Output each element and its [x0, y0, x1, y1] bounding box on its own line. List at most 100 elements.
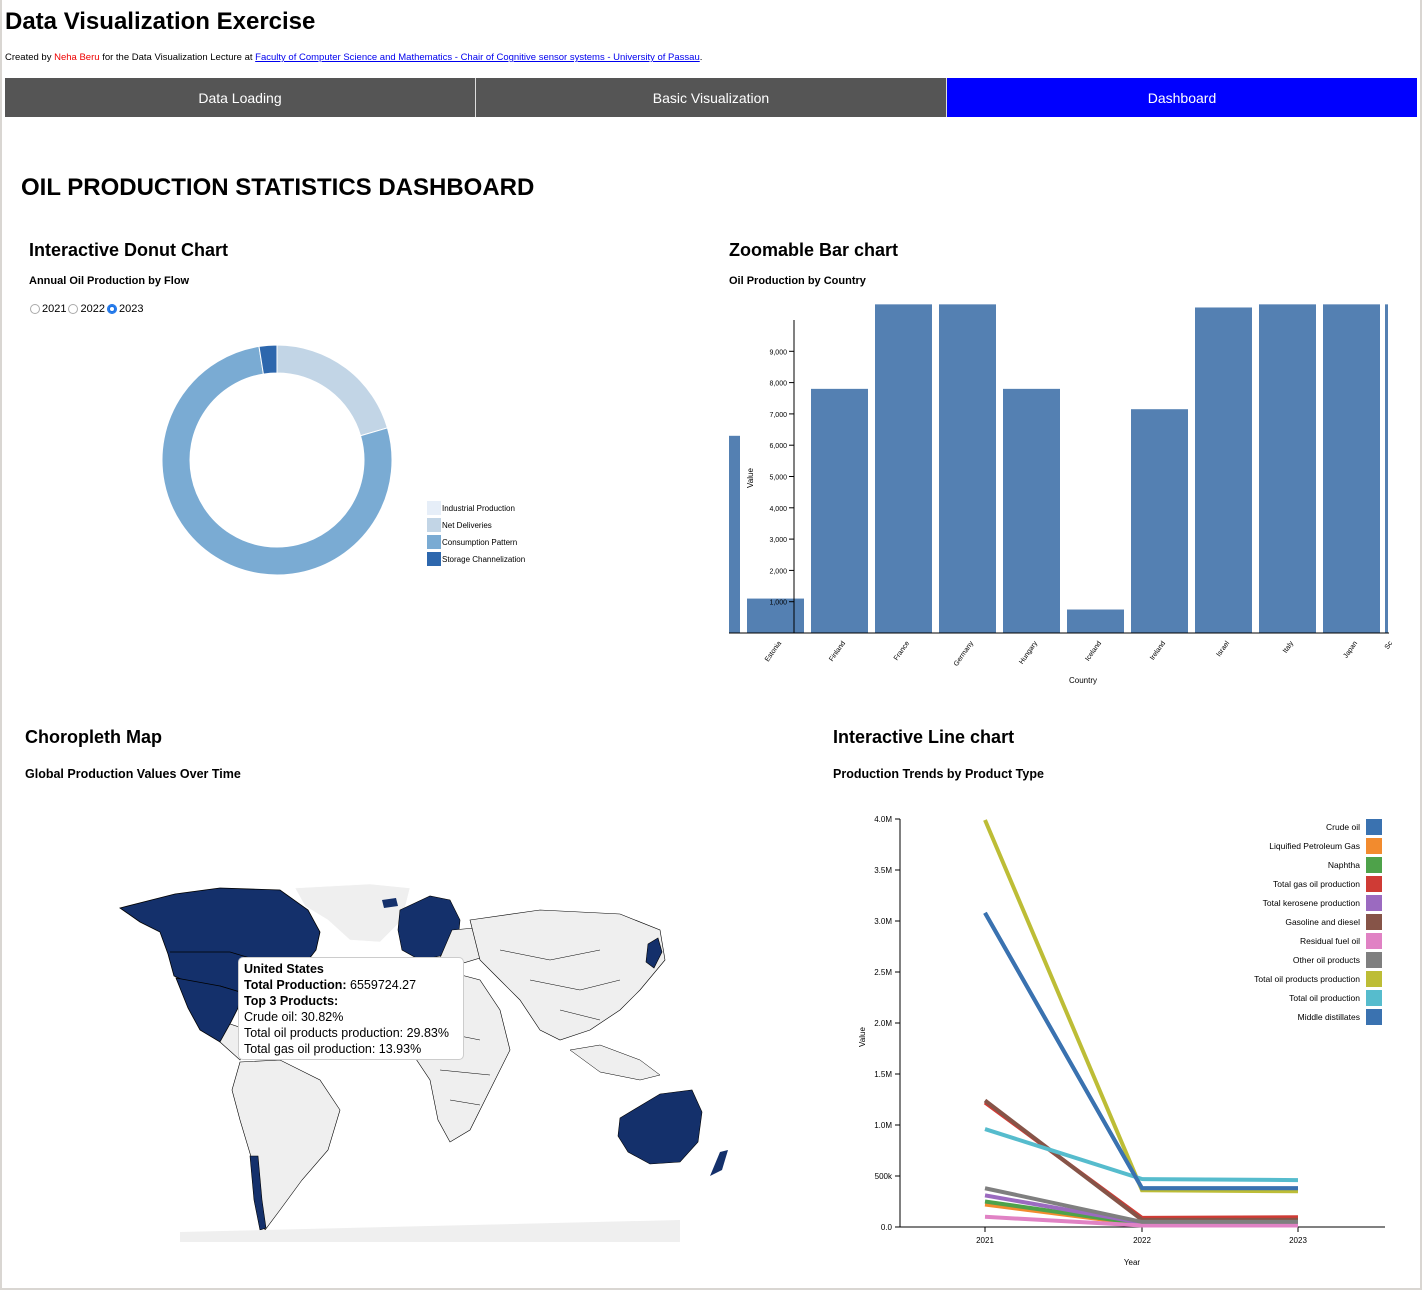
line-xtick-label-2: 2023 [1289, 1236, 1307, 1245]
bar-9 [1259, 304, 1316, 633]
line-legend-label-0: Crude oil [1326, 822, 1360, 832]
line-ytick-label-8: 4.0M [874, 815, 892, 824]
bar-xtick-label-2: Finland [828, 640, 847, 663]
donut-legend-label-2: Consumption Pattern [442, 538, 517, 547]
line-legend-swatch-2 [1366, 857, 1382, 873]
donut-legend-label-0: Industrial Production [442, 504, 515, 513]
bar-xtick-label-1: Estonia [764, 640, 783, 663]
tooltip-country: United States [244, 962, 324, 976]
bar-6 [1067, 609, 1124, 633]
line-section-title: Interactive Line chart [833, 727, 1015, 747]
donut-legend-label-1: Net Deliveries [442, 521, 492, 530]
line-legend-label-8: Total oil products production [1254, 974, 1360, 984]
line-legend-swatch-3 [1366, 876, 1382, 892]
line-xtick-label-0: 2021 [976, 1236, 994, 1245]
credit-prefix: Created by [5, 52, 52, 63]
map-ocean-layer [119, 883, 728, 1242]
line-ytick-label-7: 3.5M [874, 866, 892, 875]
tooltip-product-2: Total oil products production: 29.83% [244, 1026, 449, 1040]
bar-4 [939, 304, 996, 633]
bar-ytick-label-7: 8,000 [769, 381, 787, 388]
line-legend-label-1: Liquified Petroleum Gas [1269, 841, 1360, 851]
country-new-zealand [710, 1150, 728, 1176]
donut-legend-swatch-1 [427, 518, 441, 532]
radio-2022[interactable] [68, 304, 79, 314]
donut-slice-1 [276, 344, 389, 437]
donut-legend-label-3: Storage Channelization [442, 555, 525, 564]
author-name: Neha Beru [54, 52, 100, 63]
credit-line: Created by Neha Beru for the Data Visual… [5, 52, 702, 63]
tooltip-product-3: Total gas oil production: 13.93% [244, 1042, 422, 1056]
line-ytick-label-0: 0.0 [881, 1223, 893, 1232]
line-legend-label-9: Total oil production [1289, 993, 1360, 1003]
bar-xtick-label-7: Ireland [1149, 640, 1167, 662]
tab-data-loading[interactable]: Data Loading [5, 78, 476, 117]
line-ytick-label-2: 1.0M [874, 1121, 892, 1130]
app-title: Data Visualization Exercise [5, 8, 316, 35]
line-series-3 [983, 1100, 1299, 1220]
bar-ytick-label-4: 5,000 [769, 475, 787, 482]
bar-8 [1195, 307, 1252, 633]
line-legend-swatch-9 [1366, 990, 1382, 1006]
tab-dashboard[interactable]: Dashboard [947, 78, 1417, 117]
line-legend-swatch-5 [1366, 914, 1382, 930]
map-section-title: Choropleth Map [25, 727, 162, 747]
choropleth-map[interactable] [80, 880, 760, 1242]
bar-5 [1003, 388, 1060, 633]
line-ytick-label-4: 2.0M [874, 1019, 892, 1028]
line-legend-swatch-7 [1366, 952, 1382, 968]
bar-11 [1385, 304, 1388, 633]
bar-chart: 1,000 2,000 3,000 4,000 5,000 6,000 7,000 8,000… [729, 304, 1394, 685]
line-y-title: Value [858, 1027, 867, 1047]
bar-ytick-label-6: 7,000 [769, 412, 787, 419]
bar-10 [1323, 304, 1380, 633]
bar-xtick-label-3: France [893, 640, 911, 662]
line-section-subtitle: Production Trends by Product Type [833, 767, 1044, 781]
bar-xtick-label-4: Germany [953, 640, 976, 668]
map-section-subtitle: Global Production Values Over Time [25, 767, 241, 781]
credit-suffix: . [699, 52, 703, 63]
line-legend-label-3: Total gas oil production [1273, 879, 1360, 889]
bar-ytick-label-1: 2,000 [769, 568, 787, 575]
bar-xtick-label-9: Italy [1282, 640, 1295, 655]
bar-0 [729, 435, 740, 633]
bar-ytick-label-2: 3,000 [769, 537, 787, 544]
radio-2021[interactable] [30, 304, 40, 314]
bar-ytick-label-5: 6,000 [769, 443, 787, 450]
line-ytick-label-6: 3.0M [874, 917, 892, 926]
tooltip-total-label: Total Production: [244, 978, 347, 992]
bar-xtick-label-6: Iceland [1084, 640, 1103, 663]
region-south-america [231, 1059, 341, 1231]
donut-section-subtitle: Annual Oil Production by Flow [29, 275, 190, 287]
bar-x-title: Country [1069, 676, 1097, 685]
bar-section-subtitle: Oil Production by Country [729, 275, 866, 287]
affiliation-link[interactable]: Faculty of Computer Science and Mathemat… [255, 52, 700, 63]
radio-label-2022: 2022 [80, 303, 105, 315]
line-ytick-label-5: 2.5M [874, 968, 892, 977]
line-ytick-label-3: 1.5M [874, 1070, 892, 1079]
year-radio-group: 2021 2022 2023 [30, 303, 145, 315]
bar-section-title: Zoomable Bar chart [729, 240, 899, 260]
credit-middle: for the Data Visualization Lecture at [102, 52, 253, 63]
line-legend-swatch-4 [1366, 895, 1382, 911]
line-ytick-label-1: 500k [875, 1172, 893, 1181]
radio-2023[interactable] [106, 304, 117, 314]
line-legend-swatch-0 [1366, 819, 1382, 835]
line-legend-swatch-6 [1366, 933, 1382, 949]
donut-chart: Industrial Production Net Deliveries Consu… [161, 344, 525, 576]
bar-xtick-label-8: Israel [1216, 640, 1232, 658]
map-tooltip: United States Total Production: 6559724.… [238, 957, 464, 1060]
tooltip-total: Total Production: 6559724.27 [244, 977, 458, 993]
tab-basic-visualization[interactable]: Basic Visualization [476, 78, 947, 117]
radio-label-2023: 2023 [118, 303, 144, 315]
line-legend-label-10: Middle distillates [1298, 1012, 1360, 1022]
donut-legend-swatch-2 [427, 535, 441, 549]
tooltip-total-value: 6559724.27 [350, 978, 417, 992]
bar-7 [1131, 409, 1188, 633]
bar-xtick-label-10: Japan [1342, 640, 1359, 660]
line-legend-swatch-10 [1366, 1009, 1382, 1025]
line-legend-label-7: Other oil products [1293, 955, 1360, 965]
bar-y-title: Value [746, 468, 755, 488]
line-legend-label-2: Naphtha [1328, 860, 1360, 870]
region-southeast-asia [569, 1044, 661, 1081]
